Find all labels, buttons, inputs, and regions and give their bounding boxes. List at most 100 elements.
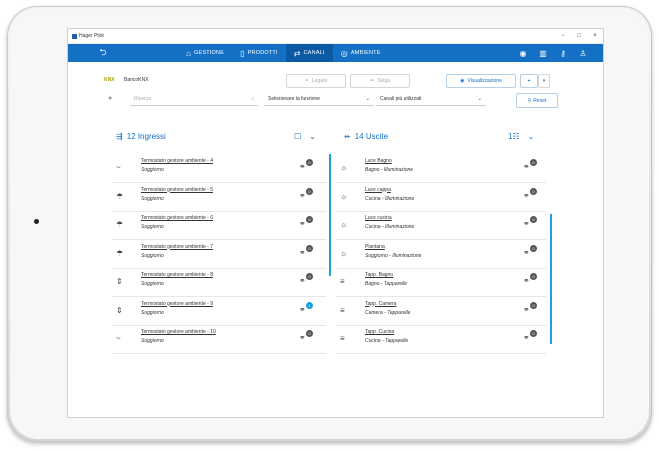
channel-title[interactable]: Termostato gestore ambiente - 6 <box>141 215 213 221</box>
outputs-title: 14 Uscite <box>354 132 389 141</box>
channel-title[interactable]: Plantana <box>365 244 385 250</box>
input-arrow-icon: ⇶ <box>116 132 123 141</box>
link-icon[interactable]: ⚭ <box>523 276 530 285</box>
tab-label: GESTIONE <box>194 50 225 56</box>
channels-icon: ⇄ <box>293 48 301 58</box>
output-device-icon: ☼ <box>340 191 348 201</box>
inputs-header-tools: ☐ ⌄ <box>294 132 316 141</box>
link-icon: ⚭ <box>304 78 309 84</box>
dropdown-button[interactable]: ▾ <box>538 74 550 88</box>
target-button[interactable]: ⌖ <box>520 74 538 88</box>
link-icon[interactable]: ⚭ <box>299 248 306 257</box>
channel-title[interactable]: Termostato gestore ambiente - 5 <box>141 187 213 193</box>
tab-canali[interactable]: ⇄ CANALI <box>285 44 333 62</box>
link-count-badge: 0 <box>530 273 537 280</box>
search-placeholder: Ricerca <box>134 96 151 102</box>
link-count-badge: 0 <box>306 244 313 252</box>
eye-icon[interactable]: ◉ <box>513 49 533 58</box>
link-count-badge: 1 <box>306 301 313 309</box>
outputs-scrollbar[interactable] <box>550 214 552 344</box>
inputs-scrollbar[interactable] <box>329 154 331 276</box>
channel-title[interactable]: Luce cappa <box>365 187 391 193</box>
channel-subtitle: Camera - Tapparelle <box>365 309 411 316</box>
function-select[interactable]: Selezionare la funzione ⌄ <box>264 93 374 106</box>
list-item[interactable]: ☂ Termostato gestore ambiente - 7 Soggiorn… <box>112 240 326 269</box>
channel-title[interactable]: Tapp. Bagno <box>365 272 393 278</box>
link-icon[interactable]: ⚭ <box>299 276 306 285</box>
main-navbar: ⮌ ⌂ GESTIONE ▯ PRODOTTI ⇄ CANALI ◎ AMBIE… <box>68 44 603 62</box>
filter-icon[interactable]: ☷ <box>512 132 519 141</box>
link-icon[interactable]: ⚭ <box>299 333 306 342</box>
tab-prodotti[interactable]: ▯ PRODOTTI <box>232 44 286 62</box>
channel-title[interactable]: Luce cucina <box>365 215 392 221</box>
link-icon[interactable]: ⚭ <box>523 305 530 314</box>
link-icon[interactable]: ⚭ <box>523 333 530 342</box>
list-item[interactable]: ⇕ Termostato gestore ambiente - 9 Soggiorn… <box>112 297 326 326</box>
tab-label: PRODOTTI <box>247 50 278 56</box>
link-count-badge: 0 <box>306 216 313 223</box>
link-icon[interactable]: ⚭ <box>523 248 530 257</box>
book-icon[interactable]: ▥ <box>533 49 553 58</box>
legare-button[interactable]: ⚭ Legare <box>286 74 346 88</box>
list-item[interactable]: ☂ Termostato gestore ambiente - 5 Soggiorn… <box>112 183 326 212</box>
minimize-button[interactable]: − <box>555 33 571 39</box>
tab-ambiente[interactable]: ◎ AMBIENTE <box>333 44 389 62</box>
list-item[interactable]: ~ Termostato gestore ambiente - 10 Soggior… <box>112 325 326 354</box>
target-icon: ⌖ <box>527 78 531 84</box>
visualizzazione-label: Visualizzazione <box>467 78 502 84</box>
link-icon[interactable]: ⚭ <box>299 162 306 171</box>
select-all-checkbox[interactable]: ☐ <box>294 132 301 141</box>
list-item[interactable]: ☂ Termostato gestore ambiente - 6 Soggiorn… <box>112 211 326 240</box>
link-icon[interactable]: ⚭ <box>523 191 530 200</box>
output-device-icon: ☼ <box>340 248 348 258</box>
channel-subtitle: Bagno - Tapparelle <box>365 281 408 287</box>
channel-title[interactable]: Termostato gestore ambiente - 10 <box>141 329 216 335</box>
chevron-down-icon: ⌄ <box>477 96 482 102</box>
tab-gestione[interactable]: ⌂ GESTIONE <box>178 44 232 62</box>
channel-subtitle: Soggiorno <box>141 309 164 316</box>
chevron-down-icon: ▾ <box>542 78 546 84</box>
list-item[interactable]: ☼ Plantana Soggiorno - Illuminazione ⚭ 0 <box>336 240 546 269</box>
list-item[interactable]: ≡ Tapp. Cucina Cucina - Tapparelle ⚭ 0 <box>336 325 546 354</box>
channel-title[interactable]: Tapp. Cucina <box>365 329 394 335</box>
list-item[interactable]: ☼ Luce cucina Cucina - Illuminazione ⚭ 0 <box>336 211 546 240</box>
channel-title[interactable]: Luce Bagno <box>365 158 392 164</box>
link-icon[interactable]: ⚭ <box>299 219 306 228</box>
reset-button[interactable]: ⚲ Reset <box>516 93 558 108</box>
link-icon[interactable]: ⚭ <box>523 162 530 171</box>
channel-title[interactable]: Termostato gestore ambiente - 4 <box>141 158 213 164</box>
channel-title[interactable]: Termostato gestore ambiente - 8 <box>141 272 213 278</box>
chevron-down-icon[interactable]: ⌄ <box>528 132 535 141</box>
list-item[interactable]: ⇕ Termostato gestore ambiente - 8 Soggiorn… <box>112 268 326 297</box>
list-item[interactable]: ☼ Luce Bagno Bagno - Illuminazione ⚭ 0 <box>336 154 546 183</box>
maximize-button[interactable]: □ <box>571 33 587 39</box>
link-count-badge: 0 <box>306 187 313 195</box>
link-count-badge: 0 <box>530 159 537 166</box>
search-input[interactable]: Ricerca ⌕ <box>130 93 258 106</box>
visualizzazione-button[interactable]: ◉ Visualizzazione <box>446 74 516 88</box>
reset-label: Reset <box>533 97 547 104</box>
input-device-icon: ☂ <box>116 191 124 201</box>
list-item[interactable]: ☼ Luce cappa Cucina - Illuminazione ⚭ 0 <box>336 183 546 212</box>
slega-button[interactable]: ⚮ Slega <box>350 74 410 88</box>
link-icon[interactable]: ⚭ <box>523 219 530 228</box>
link-icon[interactable]: ⚭ <box>299 305 306 314</box>
user-icon[interactable]: ♙ <box>573 49 593 58</box>
nav-right-icons: ◉ ▥ ⚷ ♙ <box>513 49 603 58</box>
close-button[interactable]: × <box>587 33 603 39</box>
list-item[interactable]: ~ Termostato gestore ambiente - 4 Soggiorn… <box>112 154 326 183</box>
list-item[interactable]: ≡ Tapp. Bagno Bagno - Tapparelle ⚭ 0 <box>336 268 546 297</box>
link-icon[interactable]: ⚭ <box>299 191 306 200</box>
slega-label: Slega <box>377 78 390 84</box>
back-icon[interactable]: ⮌ <box>68 45 138 61</box>
search-icon: ⌕ <box>251 96 254 102</box>
project-name: BancoKNX <box>124 77 149 83</box>
key-icon[interactable]: ⚷ <box>553 49 573 58</box>
channel-title[interactable]: Termostato gestore ambiente - 7 <box>141 244 213 250</box>
list-item[interactable]: ≡ Tapp. Camera Camera - Tapparelle ⚭ 0 <box>336 297 546 326</box>
channel-title[interactable]: Termostato gestore ambiente - 9 <box>141 301 213 307</box>
channel-title[interactable]: Tapp. Camera <box>365 301 396 307</box>
channels-select[interactable]: Canali più utilizzati ⌄ <box>376 93 486 106</box>
chevron-down-icon[interactable]: ⌄ <box>309 132 316 141</box>
output-device-icon: ☼ <box>340 220 348 229</box>
